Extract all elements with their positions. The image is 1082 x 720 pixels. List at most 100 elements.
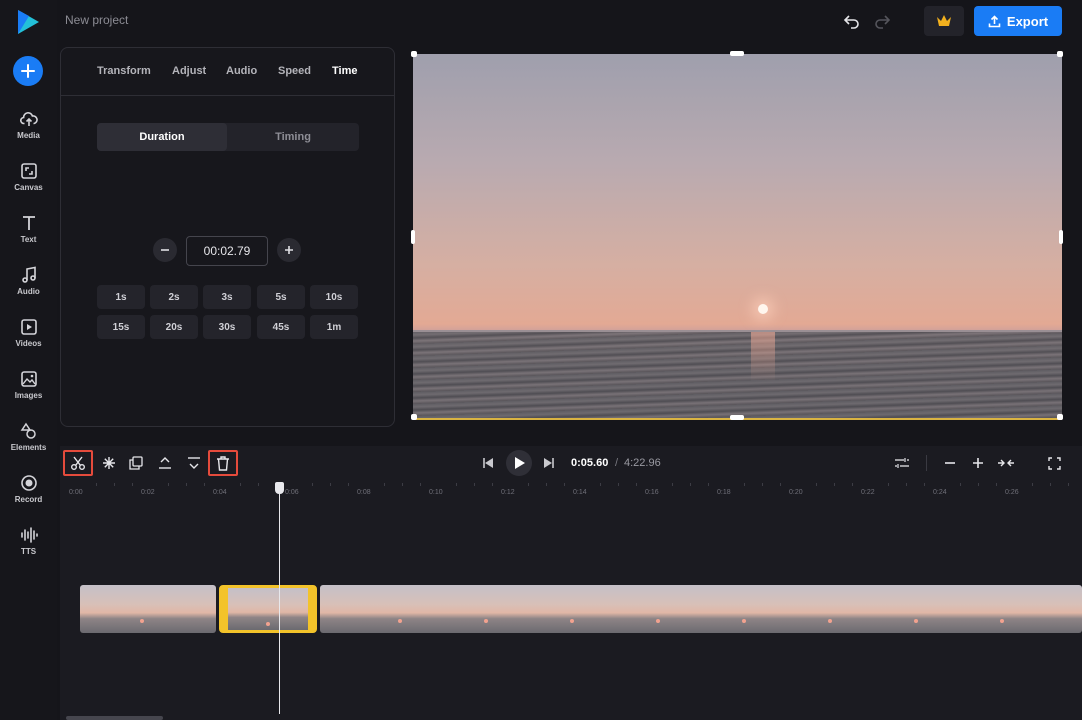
sidebar-item-audio[interactable]: Audio bbox=[0, 264, 57, 310]
sidebar-item-record[interactable]: Record bbox=[0, 472, 57, 518]
video-clip-selected[interactable] bbox=[219, 585, 317, 633]
resize-handle-right[interactable] bbox=[1059, 230, 1063, 244]
preset-20s[interactable]: 20s bbox=[150, 315, 198, 339]
playhead[interactable] bbox=[279, 488, 280, 714]
ruler-tick-minor bbox=[330, 483, 331, 486]
resize-handle-bottom-left[interactable] bbox=[411, 414, 417, 420]
redo-icon[interactable] bbox=[873, 12, 891, 30]
skip-forward-button[interactable] bbox=[537, 451, 561, 475]
preset-5s[interactable]: 5s bbox=[257, 285, 305, 309]
tab-audio[interactable]: Audio bbox=[226, 65, 257, 77]
resize-handle-top[interactable] bbox=[730, 51, 744, 56]
video-editor: Media Canvas Text Audio Videos Images El… bbox=[0, 0, 1082, 720]
clip-thumbnail-sun bbox=[914, 619, 918, 623]
sliders-icon bbox=[895, 458, 909, 468]
undo-icon[interactable] bbox=[843, 12, 861, 30]
sidebar-item-images[interactable]: Images bbox=[0, 368, 57, 414]
resize-handle-top-left[interactable] bbox=[411, 51, 417, 57]
split-button[interactable] bbox=[63, 450, 93, 476]
preset-1m[interactable]: 1m bbox=[310, 315, 358, 339]
sidebar-item-canvas[interactable]: Canvas bbox=[0, 160, 57, 206]
segment-timing[interactable]: Timing bbox=[227, 123, 359, 151]
canvas-icon bbox=[20, 163, 37, 179]
ruler-tick-label: 0:08 bbox=[357, 489, 371, 496]
timeline[interactable]: 0:00 0:02 0:04 0:06 0:08 0:10 0:12 0:14 0:16 0:18… bbox=[60, 480, 1082, 720]
time-ruler[interactable]: 0:00 0:02 0:04 0:06 0:08 0:10 0:12 0:14 0:16 0:18… bbox=[60, 480, 1082, 500]
tab-speed[interactable]: Speed bbox=[278, 65, 311, 77]
preset-1s[interactable]: 1s bbox=[97, 285, 145, 309]
playhead-handle[interactable] bbox=[275, 482, 284, 494]
resize-handle-top-right[interactable] bbox=[1057, 51, 1063, 57]
play-button[interactable] bbox=[506, 450, 532, 476]
project-title[interactable]: New project bbox=[65, 13, 128, 27]
ruler-tick-minor bbox=[384, 483, 385, 486]
clip-thumbnail-sun bbox=[1000, 619, 1004, 623]
ruler-tick-minor bbox=[402, 483, 403, 486]
duration-input[interactable] bbox=[186, 236, 268, 266]
ruler-tick-minor bbox=[564, 483, 565, 486]
timeline-settings-button[interactable] bbox=[890, 451, 914, 475]
resize-handle-left[interactable] bbox=[411, 230, 415, 244]
fit-timeline-button[interactable] bbox=[994, 451, 1018, 475]
video-clip[interactable] bbox=[320, 585, 1082, 633]
preset-10s[interactable]: 10s bbox=[310, 285, 358, 309]
ruler-tick-minor bbox=[186, 483, 187, 486]
preset-2s[interactable]: 2s bbox=[150, 285, 198, 309]
plus-icon bbox=[973, 458, 983, 468]
ruler-tick-label: 0:18 bbox=[717, 489, 731, 496]
increase-duration-button[interactable] bbox=[277, 238, 301, 262]
ruler-tick-minor bbox=[834, 483, 835, 486]
minus-icon bbox=[945, 462, 955, 464]
sidebar-item-elements[interactable]: Elements bbox=[0, 420, 57, 466]
sidebar-item-text[interactable]: Text bbox=[0, 212, 57, 258]
ruler-tick-label: 0:22 bbox=[861, 489, 875, 496]
skip-back-button[interactable] bbox=[476, 451, 500, 475]
ruler-tick-minor bbox=[600, 483, 601, 486]
add-media-button[interactable] bbox=[13, 56, 43, 86]
clip-thumbnail-sun bbox=[398, 619, 402, 623]
resize-handle-bottom[interactable] bbox=[730, 415, 744, 420]
layer-up-icon bbox=[159, 457, 171, 469]
fullscreen-button[interactable] bbox=[1042, 451, 1066, 475]
skip-forward-icon bbox=[544, 458, 554, 468]
ruler-tick-label: 0:20 bbox=[789, 489, 803, 496]
tab-time[interactable]: Time bbox=[332, 65, 357, 77]
ruler-tick-minor bbox=[474, 483, 475, 486]
duplicate-button[interactable] bbox=[124, 451, 148, 475]
clip-thumbnail-sun bbox=[742, 619, 746, 623]
export-button[interactable]: Export bbox=[974, 6, 1062, 36]
video-clip[interactable] bbox=[80, 585, 216, 633]
delete-button[interactable] bbox=[208, 450, 238, 476]
collapse-arrows-icon bbox=[998, 459, 1014, 467]
preset-15s[interactable]: 15s bbox=[97, 315, 145, 339]
zoom-out-button[interactable] bbox=[938, 451, 962, 475]
ruler-tick-minor bbox=[528, 483, 529, 486]
ruler-tick-minor bbox=[96, 483, 97, 486]
ruler-tick-minor bbox=[348, 483, 349, 486]
ruler-tick-label: 0:04 bbox=[213, 489, 227, 496]
sidebar-item-tts[interactable]: TTS bbox=[0, 524, 57, 570]
tab-adjust[interactable]: Adjust bbox=[172, 65, 206, 77]
tab-transform[interactable]: Transform bbox=[97, 65, 151, 77]
play-icon bbox=[514, 457, 525, 469]
preset-45s[interactable]: 45s bbox=[257, 315, 305, 339]
bring-forward-button[interactable] bbox=[153, 451, 177, 475]
segment-duration[interactable]: Duration bbox=[97, 123, 227, 151]
preset-30s[interactable]: 30s bbox=[203, 315, 251, 339]
zoom-in-button[interactable] bbox=[966, 451, 990, 475]
decrease-duration-button[interactable] bbox=[153, 238, 177, 262]
ruler-tick-label: 0:00 bbox=[69, 489, 83, 496]
ruler-tick-minor bbox=[420, 483, 421, 486]
timeline-scrollbar[interactable] bbox=[66, 716, 163, 720]
ruler-tick-label: 0:12 bbox=[501, 489, 515, 496]
sidebar-item-videos[interactable]: Videos bbox=[0, 316, 57, 362]
premium-button[interactable] bbox=[924, 6, 964, 36]
resize-handle-bottom-right[interactable] bbox=[1057, 414, 1063, 420]
video-preview[interactable] bbox=[413, 54, 1062, 419]
snowflake-icon bbox=[103, 457, 115, 469]
send-backward-button[interactable] bbox=[182, 451, 206, 475]
sidebar-item-media[interactable]: Media bbox=[0, 108, 57, 154]
freeze-frame-button[interactable] bbox=[97, 451, 121, 475]
preset-3s[interactable]: 3s bbox=[203, 285, 251, 309]
duration-timing-toggle: Duration Timing bbox=[97, 123, 359, 151]
